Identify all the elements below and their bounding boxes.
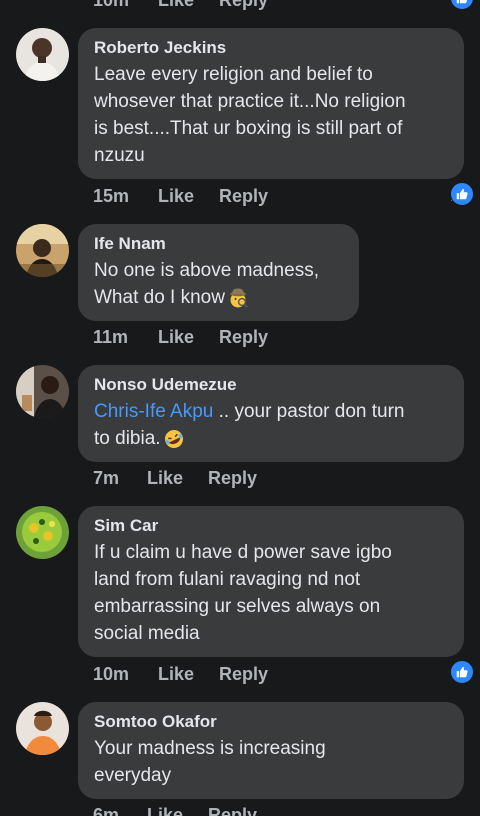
comment-line: whosever that practice it...No religion: [94, 91, 406, 112]
comment-actions: 15m Like Reply 2: [0, 182, 480, 210]
comment-line: If u claim u have d power save igbo: [94, 542, 392, 563]
comment-timestamp[interactable]: 7m: [93, 464, 119, 492]
comment-timestamp[interactable]: 11m: [93, 323, 128, 351]
reply-button[interactable]: Reply: [208, 801, 257, 816]
comment-author[interactable]: Somtoo Okafor: [94, 711, 448, 733]
comment-line: Chris-Ife Akpu .. your pastor don turn: [94, 398, 448, 425]
reply-button[interactable]: Reply: [219, 182, 268, 210]
comment-line: Your madness is increasing: [94, 738, 326, 759]
comment-line-text: .. your pastor don turn: [213, 401, 405, 422]
comment-line: What do I know: [94, 284, 343, 311]
reply-button[interactable]: Reply: [219, 0, 268, 14]
mention-link[interactable]: Chris-Ife Akpu: [94, 401, 213, 422]
comment-timestamp[interactable]: 15m: [93, 182, 129, 210]
reaction-summary[interactable]: 1: [450, 660, 475, 688]
comment-line: land from fulani ravaging nd not: [94, 569, 361, 590]
comment-author[interactable]: Ife Nnam: [94, 233, 343, 255]
comment-text: If u claim u have d power save igbo land…: [94, 539, 448, 647]
reply-button[interactable]: Reply: [208, 464, 257, 492]
like-button[interactable]: Like: [147, 801, 183, 816]
comment-line: No one is above madness,: [94, 260, 319, 281]
like-button[interactable]: Like: [158, 0, 194, 14]
comment-bubble: Sim Car If u claim u have d power save i…: [78, 506, 464, 657]
comment-line: Leave every religion and belief to: [94, 64, 373, 85]
like-button[interactable]: Like: [158, 660, 194, 688]
comment-text: Leave every religion and belief to whose…: [94, 61, 448, 169]
comment-text: Chris-Ife Akpu .. your pastor don turn t…: [94, 398, 448, 452]
avatar[interactable]: [16, 224, 69, 277]
comment-line-text: What do I know: [94, 287, 225, 308]
comment-line: social media: [94, 623, 200, 644]
comment-actions: 6m Like Reply: [0, 801, 480, 816]
reply-button[interactable]: Reply: [219, 660, 268, 688]
comment-line: nzuzu: [94, 145, 145, 166]
like-button[interactable]: Like: [158, 182, 194, 210]
comment-actions: 11m Like Reply: [0, 323, 480, 351]
detective-emoji-icon: [227, 287, 249, 309]
comment-text: Your madness is increasing everyday: [94, 735, 448, 789]
avatar[interactable]: [16, 28, 69, 81]
like-button[interactable]: Like: [158, 323, 194, 351]
comment-actions: 10m Like Reply 1: [0, 660, 480, 688]
comment-timestamp[interactable]: 10m: [93, 0, 129, 14]
like-button[interactable]: Like: [147, 464, 183, 492]
avatar[interactable]: [16, 365, 69, 418]
comment-author[interactable]: Roberto Jeckins: [94, 37, 448, 59]
comment-author[interactable]: Nonso Udemezue: [94, 374, 448, 396]
rofl-emoji-icon: [163, 428, 185, 450]
comment-timestamp[interactable]: 10m: [93, 660, 129, 688]
thumbs-up-icon: [450, 182, 475, 206]
comments-feed: 10m Like Reply 1 Roberto Jeckins Leave e…: [0, 0, 480, 816]
comment-bubble: Nonso Udemezue Chris-Ife Akpu .. your pa…: [78, 365, 464, 462]
comment-actions: 7m Like Reply: [0, 464, 480, 492]
comment-line-text: to dibia.: [94, 428, 161, 449]
comment-bubble: Somtoo Okafor Your madness is increasing…: [78, 702, 464, 799]
comment-text: No one is above madness, What do I know: [94, 257, 343, 311]
reaction-summary[interactable]: 1: [450, 0, 475, 14]
comment-line: to dibia.: [94, 425, 448, 452]
comment-bubble: Ife Nnam No one is above madness, What d…: [78, 224, 359, 321]
comment-bubble: Roberto Jeckins Leave every religion and…: [78, 28, 464, 179]
comment-line: embarrassing ur selves always on: [94, 596, 381, 617]
comment-line: is best....That ur boxing is still part …: [94, 118, 403, 139]
avatar[interactable]: [16, 506, 69, 559]
comment-line: everyday: [94, 765, 172, 786]
comment-actions-top: 10m Like Reply 1: [0, 0, 480, 14]
comment-timestamp[interactable]: 6m: [93, 801, 119, 816]
reaction-summary[interactable]: 2: [450, 182, 475, 210]
comment-author[interactable]: Sim Car: [94, 515, 448, 537]
avatar[interactable]: [16, 702, 69, 755]
reply-button[interactable]: Reply: [219, 323, 268, 351]
thumbs-up-icon: [450, 660, 475, 684]
